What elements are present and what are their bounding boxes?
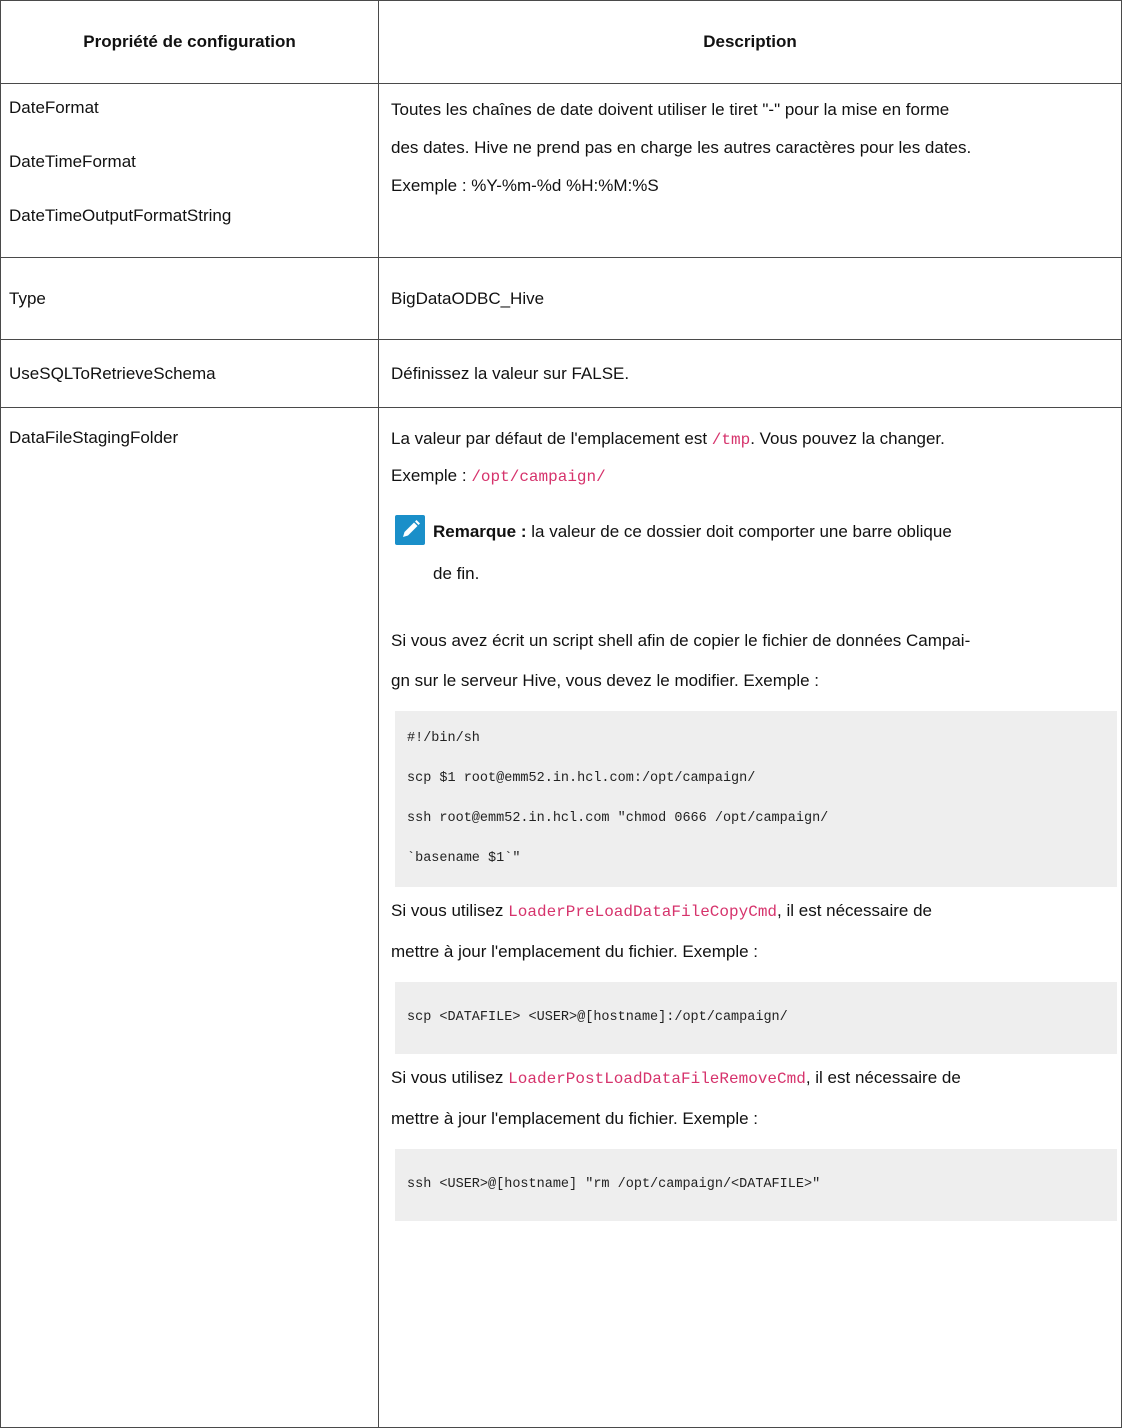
property-name: DateTimeFormat xyxy=(9,152,136,171)
code-line: #!/bin/sh xyxy=(407,731,480,746)
property-cell: DataFileStagingFolder xyxy=(0,407,379,1428)
table-row: DateFormat DateTimeFormat DateTimeOutput… xyxy=(0,83,1122,258)
property-name: Type xyxy=(0,257,379,340)
text-span: Si vous utilisez xyxy=(391,1068,509,1087)
description-text: Toutes les chaînes de date doivent utili… xyxy=(391,100,950,119)
code-line: scp <DATAFILE> <USER>@[hostname]:/opt/ca… xyxy=(407,1010,788,1025)
table-row: Type BigDataODBC_Hive xyxy=(0,257,1122,340)
description-text: Si vous avez écrit un script shell afin … xyxy=(391,631,971,650)
text-span: , il est nécessaire de xyxy=(777,901,932,920)
description-cell: La valeur par défaut de l'emplacement es… xyxy=(378,407,1122,1428)
table-row: UseSQLToRetrieveSchema Définissez la val… xyxy=(0,339,1122,408)
text-span: Si vous utilisez xyxy=(391,901,509,920)
note-block: Remarque : la valeur de ce dossier doit … xyxy=(395,515,1117,591)
code-block: scp <DATAFILE> <USER>@[hostname]:/opt/ca… xyxy=(395,982,1117,1054)
text-span: Exemple : xyxy=(391,466,472,485)
description-text: des dates. Hive ne prend pas en charge l… xyxy=(391,138,972,157)
description-text: Exemple : %Y-%m-%d %H:%M:%S xyxy=(391,176,659,195)
note-text: de fin. xyxy=(433,564,480,583)
config-table: Propriété de configuration Description D… xyxy=(0,0,1122,1428)
description-text: Définissez la valeur sur FALSE. xyxy=(378,339,1122,408)
note-text: Remarque : la valeur de ce dossier doit … xyxy=(433,515,952,549)
note-text-wrap: Remarque : la valeur de ce dossier doit … xyxy=(433,515,952,591)
property-name: UseSQLToRetrieveSchema xyxy=(0,339,379,408)
text-span: , il est nécessaire de xyxy=(805,1068,961,1087)
paragraph: Si vous utilisez LoaderPreLoadDataFileCo… xyxy=(391,891,1117,972)
code-inline: LoaderPostLoadDataFileRemoveCmd xyxy=(508,1070,806,1088)
description-text: mettre à jour l'emplacement du fichier. … xyxy=(391,1109,759,1128)
property-cell: DateFormat DateTimeFormat DateTimeOutput… xyxy=(0,83,379,258)
code-line: ssh root@emm52.in.hcl.com "chmod 0666 /o… xyxy=(407,811,829,826)
description-text: Exemple : /opt/campaign/ xyxy=(391,458,1117,495)
description-text: BigDataODBC_Hive xyxy=(378,257,1122,340)
code-inline: LoaderPreLoadDataFileCopyCmd xyxy=(508,903,778,921)
text-span: la valeur de ce dossier doit comporter u… xyxy=(526,522,952,541)
header-property: Propriété de configuration xyxy=(0,0,379,84)
code-block: ssh <USER>@[hostname] "rm /opt/campaign/… xyxy=(395,1149,1117,1221)
header-description: Description xyxy=(378,0,1122,84)
pencil-icon xyxy=(395,515,425,545)
property-name: DataFileStagingFolder xyxy=(9,428,179,447)
description-text: La valeur par défaut de l'emplacement es… xyxy=(391,421,1117,458)
paragraph: Si vous utilisez LoaderPostLoadDataFileR… xyxy=(391,1058,1117,1139)
description-text: Si vous utilisez LoaderPreLoadDataFileCo… xyxy=(391,891,1117,932)
code-line: ssh <USER>@[hostname] "rm /opt/campaign/… xyxy=(407,1177,821,1192)
note-label: Remarque : xyxy=(433,522,527,541)
text-span: La valeur par défaut de l'emplacement es… xyxy=(391,429,712,448)
code-line: scp $1 root@emm52.in.hcl.com:/opt/campai… xyxy=(407,771,756,786)
code-block: #!/bin/sh scp $1 root@emm52.in.hcl.com:/… xyxy=(395,711,1117,887)
text-span: . Vous pouvez la changer. xyxy=(750,429,945,448)
description-text: gn sur le serveur Hive, vous devez le mo… xyxy=(391,671,820,690)
property-name: DateTimeOutputFormatString xyxy=(9,206,232,225)
table-row: DataFileStagingFolder La valeur par défa… xyxy=(0,407,1122,1428)
table-header-row: Propriété de configuration Description xyxy=(0,0,1122,84)
description-text: mettre à jour l'emplacement du fichier. … xyxy=(391,942,759,961)
paragraph: Si vous avez écrit un script shell afin … xyxy=(391,621,1117,701)
code-inline: /opt/campaign/ xyxy=(471,468,606,486)
property-name: DateFormat xyxy=(9,98,99,117)
description-cell: Toutes les chaînes de date doivent utili… xyxy=(378,83,1122,258)
code-line: `basename $1`" xyxy=(407,851,521,866)
description-text: Si vous utilisez LoaderPostLoadDataFileR… xyxy=(391,1058,1117,1099)
code-inline: /tmp xyxy=(711,431,751,449)
